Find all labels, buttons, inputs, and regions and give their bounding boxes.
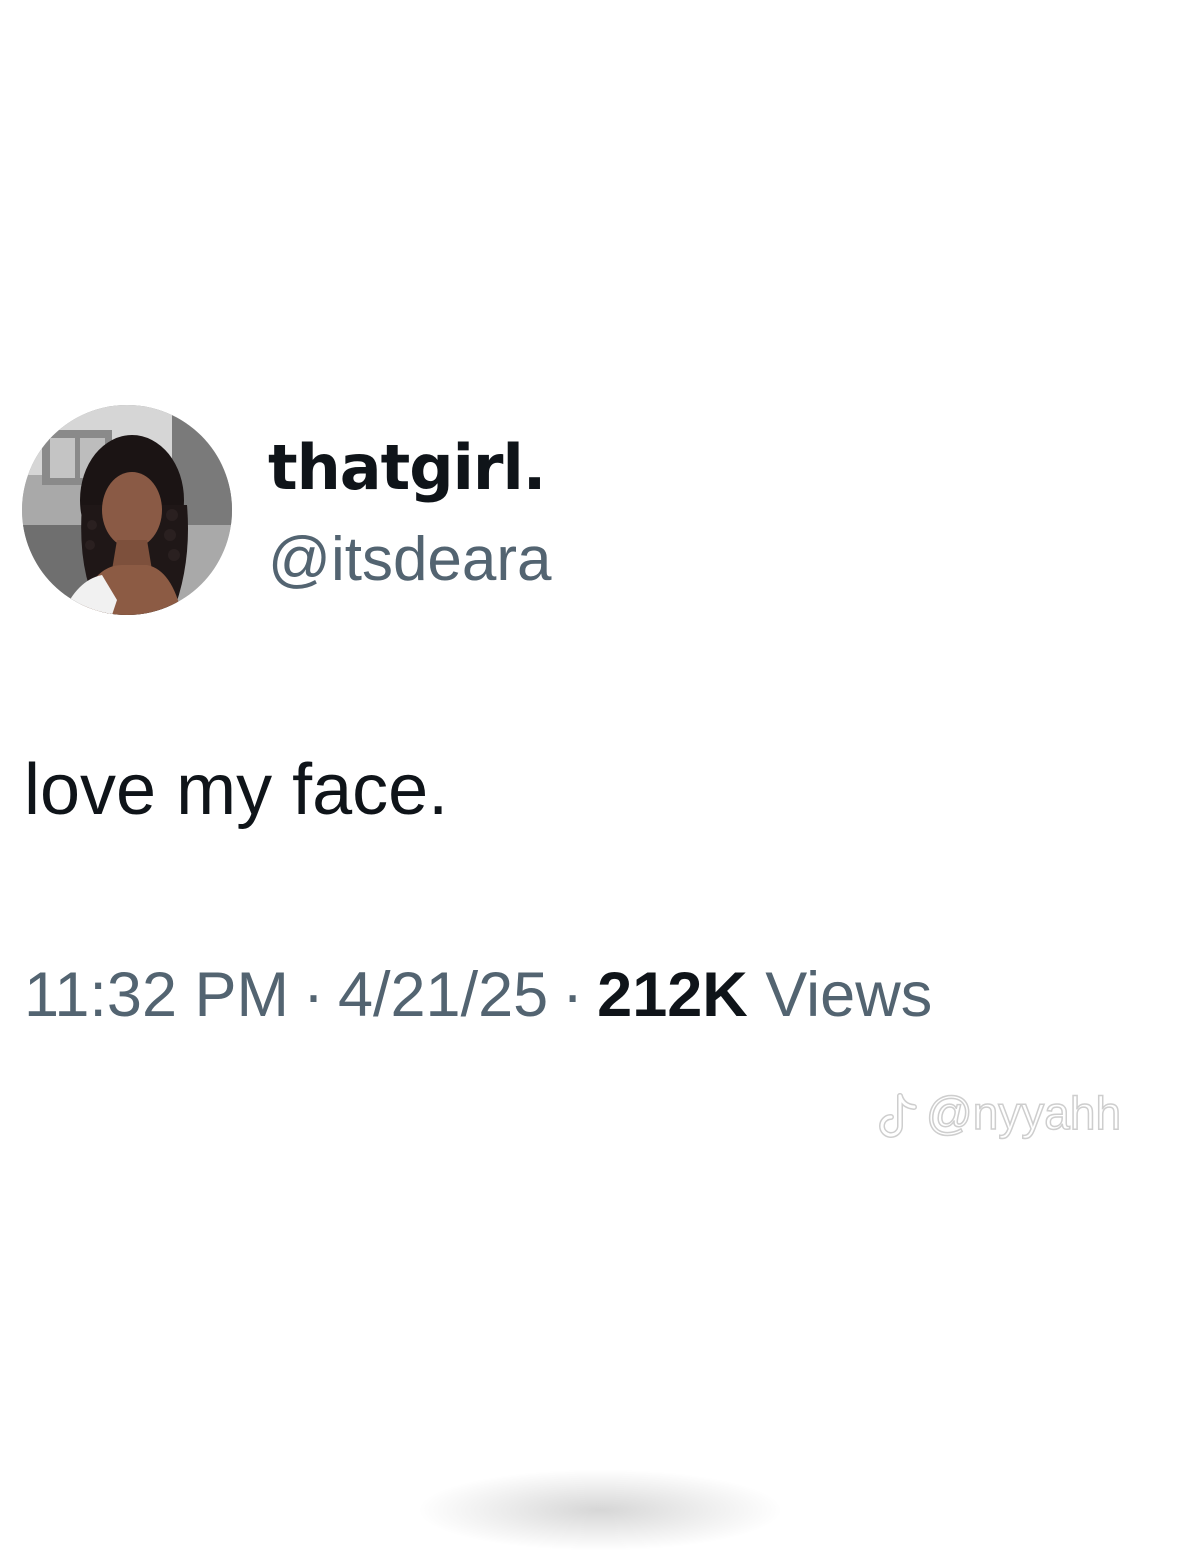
views-count: 212K <box>597 960 748 1030</box>
tiktok-logo-icon <box>876 1092 920 1142</box>
watermark-username: @nyyahh <box>925 1086 1122 1140</box>
user-handle[interactable]: @itsdeara <box>268 522 552 598</box>
tweet-text: love my face. <box>24 750 449 830</box>
tweet-meta: 11:32 PM · 4/21/25 · 212K Views <box>24 955 932 1035</box>
meta-separator: · <box>562 960 584 1030</box>
tweet-date[interactable]: 4/21/25 <box>338 960 548 1030</box>
avatar[interactable] <box>22 405 232 615</box>
tweet-time[interactable]: 11:32 PM <box>24 960 289 1030</box>
tweet-card: thatgirl. @itsdeara love my face. 11:32 … <box>0 0 1200 1550</box>
bottom-shadow <box>420 1470 780 1550</box>
tiktok-watermark: @nyyahh <box>876 1082 1122 1144</box>
display-name[interactable]: thatgirl. <box>268 428 546 508</box>
meta-separator: · <box>302 960 324 1030</box>
views-label: Views <box>765 960 933 1030</box>
